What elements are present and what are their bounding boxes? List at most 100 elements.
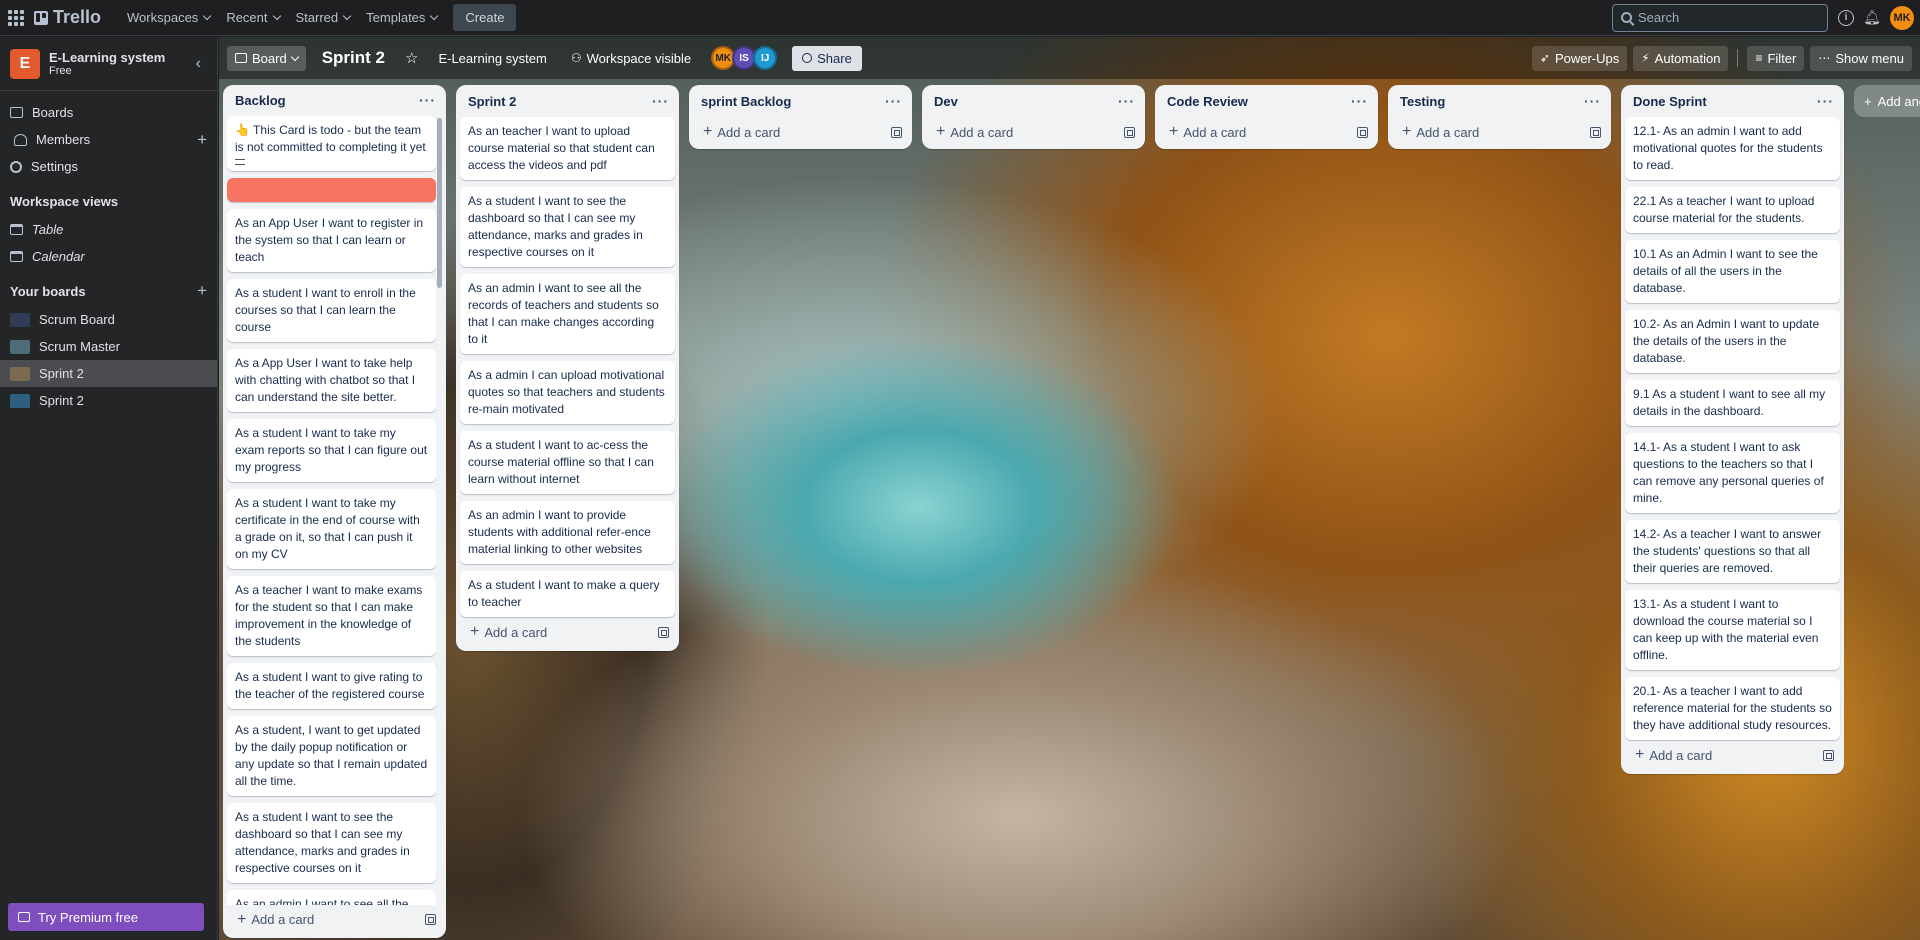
card-color-cover[interactable] (227, 177, 436, 202)
list-title[interactable]: sprint Backlog (701, 94, 791, 109)
card[interactable]: 10.2- As an Admin I want to update the d… (1625, 310, 1840, 373)
card[interactable]: 👆 This Card is todo - but the team is no… (227, 115, 436, 171)
card[interactable]: As a student I want to make a query to t… (460, 571, 675, 617)
filter-button[interactable]: ≡ Filter (1747, 45, 1805, 71)
card[interactable]: 20.1- As a teacher I want to add referen… (1625, 677, 1840, 740)
list-title[interactable]: Code Review (1167, 94, 1248, 109)
show-menu-button[interactable]: ⋯ Show menu (1810, 45, 1912, 71)
list-actions-icon[interactable]: ··· (652, 93, 669, 109)
workspace-link[interactable]: E-Learning system (430, 46, 554, 71)
card-template-icon[interactable] (425, 914, 436, 926)
add-board-icon[interactable]: + (197, 281, 207, 301)
plus-icon: + (703, 123, 713, 140)
add-card-button[interactable]: + Add a card (1169, 123, 1246, 141)
automation-button[interactable]: ⚡︎ Automation (1633, 45, 1729, 71)
list-actions-icon[interactable]: ··· (1351, 93, 1368, 109)
list-title[interactable]: Backlog (235, 93, 286, 108)
list-actions-icon[interactable]: ··· (885, 93, 902, 109)
card[interactable]: 12.1- As an admin I want to add motivati… (1625, 117, 1840, 180)
create-button[interactable]: Create (453, 4, 517, 31)
card[interactable]: As a App User I want to take help with c… (227, 348, 436, 412)
card-template-icon[interactable] (1823, 749, 1834, 761)
add-card-button[interactable]: + Add a card (703, 123, 780, 141)
collapse-sidebar-button[interactable]: ‹ (190, 53, 207, 75)
add-card-button[interactable]: + Add a card (237, 911, 314, 929)
sidebar-board-scrum-master[interactable]: Scrum Master (0, 333, 217, 360)
card[interactable]: As a student I want to ac-cess the cours… (460, 431, 675, 494)
card[interactable]: 14.2- As a teacher I want to answer the … (1625, 520, 1840, 583)
list-actions-icon[interactable]: ··· (1118, 93, 1135, 109)
search-input[interactable]: Search (1612, 3, 1828, 32)
card[interactable]: 14.1- As a student I want to ask questio… (1625, 433, 1840, 513)
list-actions-icon[interactable]: ··· (419, 92, 436, 108)
card[interactable]: As a student I want to enroll in the cou… (227, 278, 436, 342)
notification-bell-icon[interactable]: 🔔︎ (1863, 9, 1881, 26)
add-card-button[interactable]: + Add a card (936, 123, 1013, 141)
card-template-icon[interactable] (1590, 126, 1601, 138)
card[interactable]: 9.1 As a student I want to see all my de… (1625, 380, 1840, 426)
recent-menu[interactable]: Recent (218, 4, 287, 31)
card-template-icon[interactable] (658, 626, 669, 638)
list-sprint-backlog: sprint Backlog ··· + Add a card (689, 85, 912, 149)
sidebar-item-boards[interactable]: Boards (0, 99, 217, 126)
app-switcher-icon[interactable] (6, 8, 26, 28)
premium-icon (18, 912, 30, 922)
card-template-icon[interactable] (891, 126, 902, 138)
sidebar-item-members[interactable]: Members + (0, 126, 217, 153)
card-template-icon[interactable] (1124, 126, 1135, 138)
card[interactable]: As a student I want to give rating to th… (227, 662, 436, 709)
card-template-icon[interactable] (1357, 126, 1368, 138)
sidebar-item-table[interactable]: Table (0, 216, 217, 243)
user-avatar[interactable]: MK (1890, 5, 1914, 30)
star-icon[interactable]: ☆ (401, 49, 422, 67)
add-card-button[interactable]: + Add a card (470, 623, 547, 641)
card[interactable]: 10.1 As an Admin I want to see the detai… (1625, 240, 1840, 303)
sidebar-item-label: Members (36, 132, 91, 147)
card[interactable]: As a admin I can upload motivational quo… (460, 361, 675, 424)
card[interactable]: As an admin I want to see all the record… (460, 274, 675, 354)
list-actions-icon[interactable]: ··· (1817, 93, 1834, 109)
sidebar-item-settings[interactable]: Settings (0, 153, 217, 180)
starred-menu[interactable]: Starred (288, 4, 359, 31)
board-title[interactable]: Sprint 2 (314, 44, 393, 72)
trello-logo[interactable]: Trello (34, 7, 101, 28)
sidebar-board-sprint-2[interactable]: Sprint 2 (0, 387, 217, 414)
card[interactable]: As a student I want to see the dashboard… (227, 802, 436, 883)
add-card-button[interactable]: + Add a card (1402, 123, 1479, 141)
card[interactable]: As a student I want to take my exam repo… (227, 418, 436, 482)
add-card-button[interactable]: + Add a card (1635, 746, 1712, 764)
add-list-button[interactable]: + Add another list (1854, 85, 1920, 117)
list-title[interactable]: Done Sprint (1633, 94, 1707, 109)
workspaces-menu[interactable]: Workspaces (119, 4, 218, 31)
list-title[interactable]: Testing (1400, 94, 1445, 109)
card[interactable]: As an teacher I want to upload course ma… (460, 117, 675, 180)
share-button[interactable]: Share (792, 45, 862, 71)
card-text: As a App User I want to take help with c… (235, 355, 416, 404)
member-avatar[interactable]: IJ (753, 46, 778, 70)
card[interactable]: As a student I want to take my certifica… (227, 488, 436, 569)
list-title[interactable]: Sprint 2 (468, 94, 516, 109)
card[interactable]: As an admin I want to see all the record… (227, 889, 436, 906)
templates-menu[interactable]: Templates (358, 4, 445, 31)
sidebar-board-sprint-2-active[interactable]: Sprint 2 (0, 360, 217, 387)
info-icon[interactable]: i (1838, 9, 1854, 26)
add-member-icon[interactable]: + (197, 130, 207, 150)
card[interactable]: As a teacher I want to make exams for th… (227, 575, 436, 656)
power-ups-button[interactable]: ➶ Power-Ups (1531, 45, 1628, 71)
list-actions-icon[interactable]: ··· (1584, 93, 1601, 109)
sidebar-item-calendar[interactable]: Calendar (0, 243, 217, 270)
workspace-name[interactable]: E-Learning system (49, 50, 165, 65)
card[interactable]: 22.1 As a teacher I want to upload cours… (1625, 187, 1840, 233)
list-scrollbar[interactable] (437, 117, 442, 288)
board-view-switcher[interactable]: Board (227, 45, 306, 71)
visibility-button[interactable]: ⚇ Workspace visible (563, 46, 699, 71)
workspace-logo[interactable]: E (10, 48, 40, 79)
try-premium-button[interactable]: Try Premium free (8, 903, 204, 931)
list-title[interactable]: Dev (934, 94, 958, 109)
sidebar-board-scrum-board[interactable]: Scrum Board (0, 306, 217, 333)
card[interactable]: As an admin I want to provide students w… (460, 501, 675, 564)
card[interactable]: As a student I want to see the dashboard… (460, 187, 675, 267)
card[interactable]: As an App User I want to register in the… (227, 208, 436, 272)
card[interactable]: As a student, I want to get updated by t… (227, 715, 436, 796)
card[interactable]: 13.1- As a student I want to download th… (1625, 590, 1840, 670)
